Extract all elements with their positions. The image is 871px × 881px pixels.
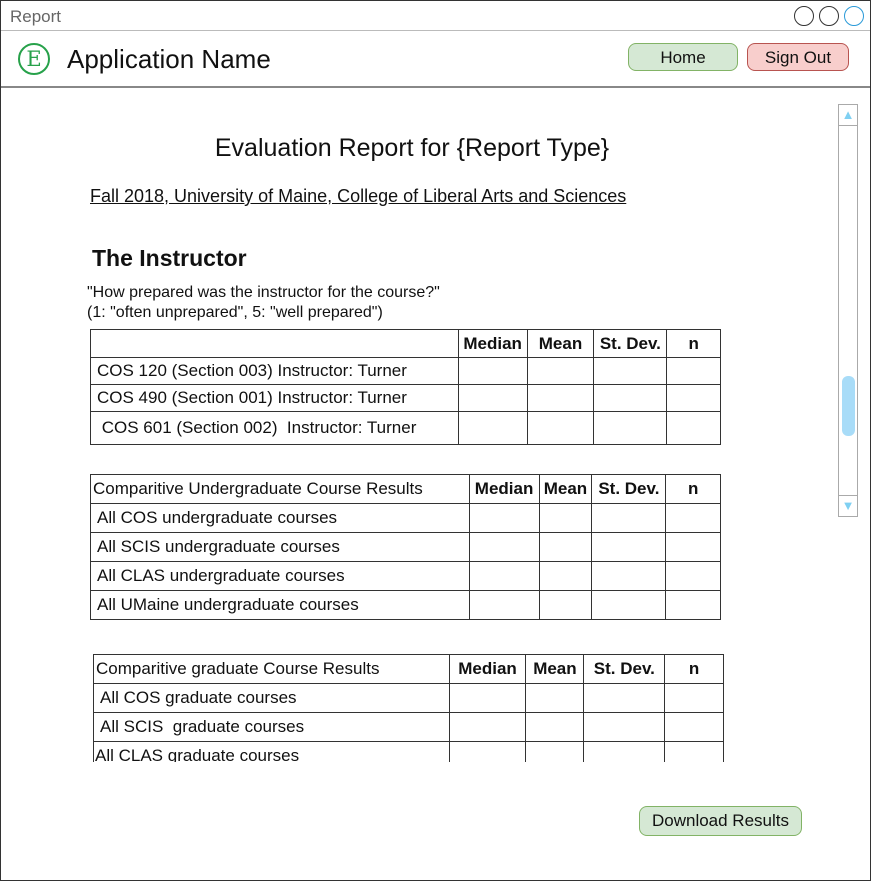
download-results-button[interactable]: Download Results xyxy=(639,806,802,836)
vertical-scrollbar[interactable]: ▲ ▼ xyxy=(838,104,858,517)
table-row: All UMaine undergraduate courses xyxy=(90,590,721,620)
app-header: E Application Name Home Sign Out xyxy=(1,31,870,88)
question-text: "How prepared was the instructor for the… xyxy=(87,283,440,323)
col-n: n xyxy=(666,329,721,358)
table-row: All CLAS graduate courses xyxy=(93,741,724,762)
row-label: COS 490 (Section 001) Instructor: Turner xyxy=(90,384,459,412)
col-n: n xyxy=(665,474,721,504)
undergraduate-results-table: Comparitive Undergraduate Course Results… xyxy=(90,474,721,620)
scroll-thumb[interactable] xyxy=(842,376,855,436)
table-header-label: Comparitive Undergraduate Course Results xyxy=(90,474,470,504)
window-minimize-button[interactable] xyxy=(794,6,814,26)
table-row: COS 601 (Section 002) Instructor: Turner xyxy=(90,411,721,445)
table-row: All SCIS undergraduate courses xyxy=(90,532,721,562)
col-n: n xyxy=(664,654,724,684)
scroll-up-icon[interactable]: ▲ xyxy=(839,105,857,126)
table-row: All CLAS undergraduate courses xyxy=(90,561,721,591)
col-stdev: St. Dev. xyxy=(591,474,667,504)
row-label: All COS undergraduate courses xyxy=(90,503,470,533)
col-stdev: St. Dev. xyxy=(583,654,666,684)
row-label: All COS graduate courses xyxy=(93,683,450,713)
report-title: Evaluation Report for {Report Type} xyxy=(214,134,610,162)
col-mean: Mean xyxy=(525,654,585,684)
table-row: All SCIS graduate courses xyxy=(93,712,724,742)
scroll-down-icon[interactable]: ▼ xyxy=(839,495,857,516)
section-heading: The Instructor xyxy=(92,245,247,271)
app-name: Application Name xyxy=(67,44,271,74)
col-median: Median xyxy=(468,474,540,504)
logo-icon: E xyxy=(18,43,50,75)
col-mean: Mean xyxy=(538,474,593,504)
row-label: All CLAS graduate courses xyxy=(93,741,450,762)
row-label: COS 601 (Section 002) Instructor: Turner xyxy=(90,411,459,445)
row-label: All SCIS graduate courses xyxy=(93,712,450,742)
window-close-button[interactable] xyxy=(844,6,864,26)
table-header-label: Comparitive graduate Course Results xyxy=(93,654,450,684)
col-median: Median xyxy=(457,329,528,358)
question-line: "How prepared was the instructor for the… xyxy=(87,284,440,301)
table-row: All COS undergraduate courses xyxy=(90,503,721,533)
row-label: All CLAS undergraduate courses xyxy=(90,561,470,591)
col-median: Median xyxy=(448,654,527,684)
report-context-link[interactable]: Fall 2018, University of Maine, College … xyxy=(90,186,626,207)
home-button[interactable]: Home xyxy=(628,43,738,71)
graduate-results-table: Comparitive graduate Course Results Medi… xyxy=(93,654,724,762)
col-stdev: St. Dev. xyxy=(593,329,668,358)
scale-line: (1: "often unprepared", 5: "well prepare… xyxy=(87,304,383,321)
table-row: COS 490 (Section 001) Instructor: Turner xyxy=(90,384,721,412)
table-row: All COS graduate courses xyxy=(93,683,724,713)
instructor-results-table: Median Mean St. Dev. n COS 120 (Section … xyxy=(90,329,721,445)
title-bar: Report xyxy=(1,1,870,31)
window-maximize-button[interactable] xyxy=(819,6,839,26)
col-mean: Mean xyxy=(526,329,595,358)
window-title: Report xyxy=(10,7,62,26)
row-label: All UMaine undergraduate courses xyxy=(90,590,470,620)
row-label: All SCIS undergraduate courses xyxy=(90,532,470,562)
table-row: COS 120 (Section 003) Instructor: Turner xyxy=(90,357,721,385)
row-label: COS 120 (Section 003) Instructor: Turner xyxy=(90,357,459,385)
graduate-table-viewport: Comparitive graduate Course Results Medi… xyxy=(93,654,724,762)
sign-out-button[interactable]: Sign Out xyxy=(747,43,849,71)
table-header-label xyxy=(90,329,459,358)
